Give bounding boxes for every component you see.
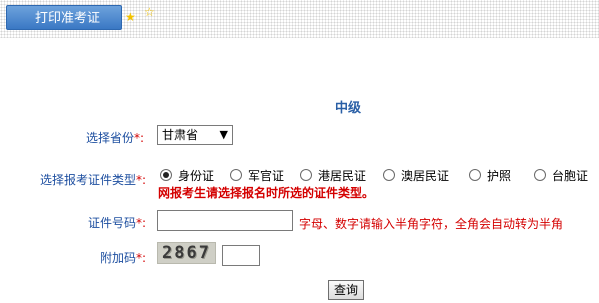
radio-officer-card[interactable]: 军官证: [230, 167, 284, 184]
radio-checked-icon: [160, 169, 172, 181]
captcha-label: 附加码*:: [100, 251, 147, 265]
radio-unchecked-icon: [230, 169, 242, 181]
top-bar: 打印准考证 ★ ☆: [0, 0, 599, 38]
id-type-warning: 网报考生请选择报名时所选的证件类型。: [158, 186, 375, 200]
radio-unchecked-icon: [300, 169, 312, 181]
id-number-label: 证件号码*:: [88, 216, 147, 230]
radio-hongkong-permit[interactable]: 港居民证: [300, 167, 366, 184]
tab-print-admission[interactable]: 打印准考证: [6, 5, 122, 30]
radio-taiwan-permit[interactable]: 台胞证: [534, 167, 588, 184]
radio-macau-permit[interactable]: 澳居民证: [383, 167, 449, 184]
captcha-input[interactable]: [222, 245, 260, 266]
query-button[interactable]: 查询: [328, 280, 364, 300]
id-type-label: 选择报考证件类型*:: [40, 173, 147, 187]
province-label: 选择省份*:: [86, 131, 145, 145]
province-select[interactable]: 甘肃省 ▼: [157, 125, 233, 145]
page-title: 中级: [334, 101, 361, 116]
radio-unchecked-icon: [469, 169, 481, 181]
radio-passport[interactable]: 护照: [469, 167, 511, 184]
radio-id-card[interactable]: 身份证: [160, 167, 214, 184]
star-icon: ☆: [144, 5, 155, 19]
chevron-down-icon: ▼: [219, 128, 228, 141]
tab-label: 打印准考证: [35, 11, 101, 26]
id-number-hint: 字母、数字请输入半角字符，全角会自动转为半角: [299, 217, 564, 231]
radio-unchecked-icon: [383, 169, 395, 181]
star-icon: ★: [125, 10, 136, 24]
captcha-image[interactable]: 2867: [157, 242, 216, 264]
radio-unchecked-icon: [534, 169, 546, 181]
id-type-radio-group: 身份证 军官证 港居民证 澳居民证 护照 台胞证: [157, 167, 597, 183]
id-number-input[interactable]: [157, 210, 293, 231]
